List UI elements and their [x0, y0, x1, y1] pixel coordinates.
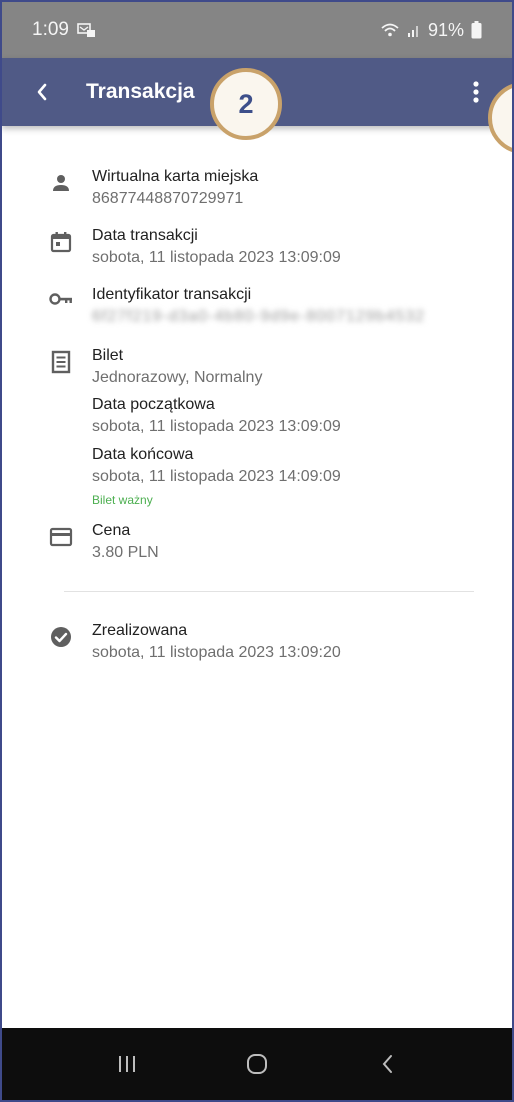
- credit-card-icon: [49, 527, 73, 547]
- price-value: 3.80 PLN: [92, 544, 159, 561]
- recent-apps-button[interactable]: [97, 1039, 157, 1089]
- status-date: sobota, 11 listopada 2023 13:09:20: [92, 644, 341, 661]
- home-icon: [247, 1054, 267, 1074]
- price-label: Cena: [92, 522, 131, 539]
- status-label: Zrealizowana: [92, 622, 188, 639]
- chevron-left-icon: [37, 83, 47, 101]
- calendar-icon: [50, 232, 72, 253]
- phone-screen: 1:09 91% Transakcja 2 Wirtualna karta mi…: [0, 0, 514, 1102]
- id-label: Identyfikator transakcji: [92, 286, 252, 303]
- home-button[interactable]: [227, 1039, 287, 1089]
- ticket-type: Jednorazowy, Normalny: [92, 369, 263, 386]
- card-label: Wirtualna karta miejska: [92, 168, 259, 185]
- start-date-label: Data początkowa: [92, 396, 215, 413]
- back-button[interactable]: [16, 58, 68, 126]
- status-time: 1:09: [32, 19, 69, 40]
- divider: [64, 591, 474, 592]
- key-icon: [49, 293, 72, 305]
- wifi-icon: [380, 22, 400, 38]
- ticket-valid-status: Bilet ważny: [92, 493, 153, 507]
- end-date-label: Data końcowa: [92, 446, 194, 463]
- battery-level: 91%: [427, 19, 464, 40]
- transaction-id-value: 6f27f219-d3a0-4b80-9d9e-8007129b4532: [92, 308, 426, 325]
- start-date-value: sobota, 11 listopada 2023 13:09:09: [92, 418, 341, 435]
- step-badge: 2: [210, 68, 282, 140]
- more-vert-icon: [473, 81, 479, 103]
- page-title: Transakcja: [86, 80, 195, 103]
- back-arrow-icon: [382, 1055, 392, 1073]
- system-nav-bar: [2, 1028, 512, 1100]
- end-date-value: sobota, 11 listopada 2023 14:09:09: [92, 468, 341, 485]
- battery-icon: [471, 21, 482, 39]
- person-icon: [53, 175, 69, 191]
- notification-icon: [77, 22, 97, 38]
- check-circle-icon: [51, 627, 71, 647]
- system-back-button[interactable]: [357, 1039, 417, 1089]
- ticket-label: Bilet: [92, 347, 124, 364]
- date-label: Data transakcji: [92, 227, 198, 244]
- more-options-button[interactable]: [464, 72, 488, 112]
- recent-apps-icon: [119, 1056, 135, 1072]
- signal-icon: [407, 22, 421, 38]
- date-value: sobota, 11 listopada 2023 13:09:09: [92, 249, 341, 266]
- status-bar: 1:09 91%: [2, 2, 512, 58]
- card-number: 86877448870729971: [92, 190, 244, 207]
- receipt-icon: [51, 350, 71, 374]
